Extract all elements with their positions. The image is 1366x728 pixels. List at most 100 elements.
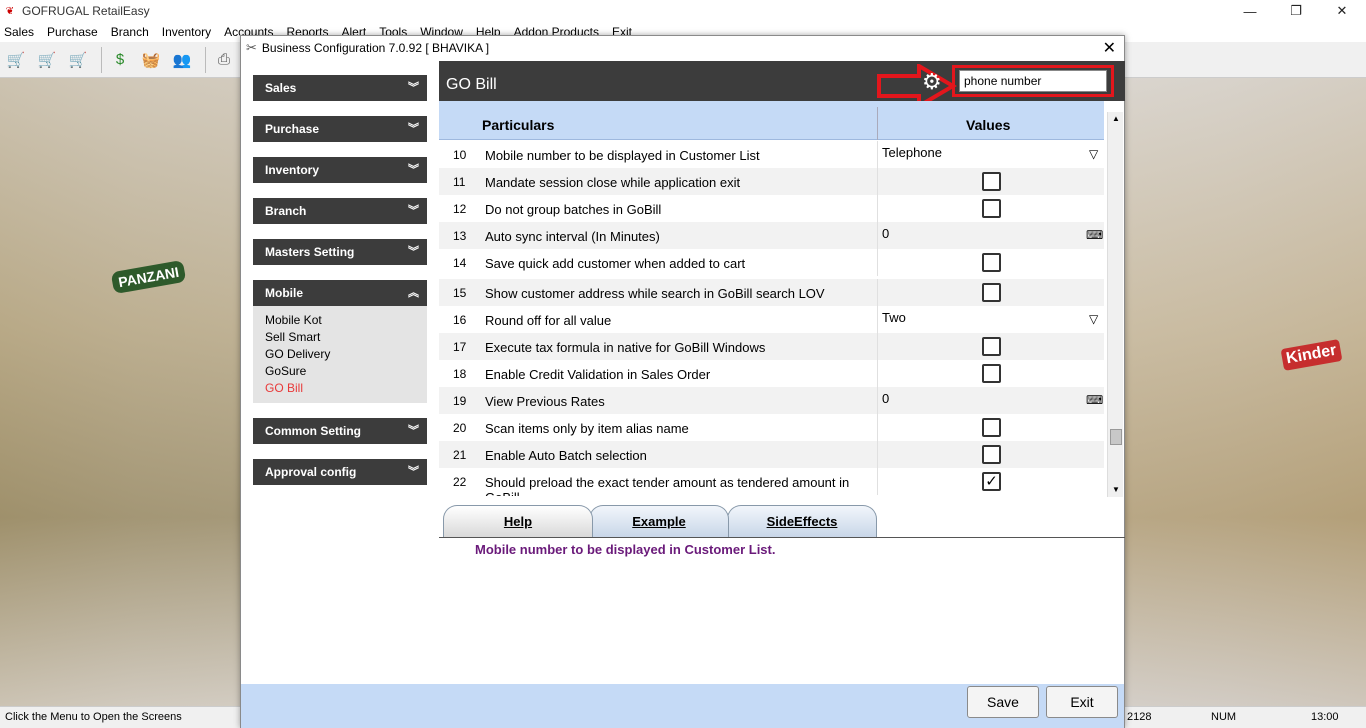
table-row[interactable]: 14 Save quick add customer when added to … bbox=[439, 249, 1104, 276]
setting-dropdown-value[interactable]: Two bbox=[882, 310, 906, 325]
menu-inventory[interactable]: Inventory bbox=[162, 25, 211, 39]
keyboard-icon[interactable]: ⌨ bbox=[1086, 228, 1103, 242]
column-divider bbox=[877, 468, 878, 495]
column-divider bbox=[877, 168, 878, 195]
sidebar-section-purchase[interactable]: Purchase ︾ bbox=[253, 116, 427, 142]
menu-branch[interactable]: Branch bbox=[111, 25, 149, 39]
cart-add-icon[interactable]: 🛒 bbox=[34, 47, 60, 73]
sidebar-section-mobile[interactable]: Mobile ︽ bbox=[253, 280, 427, 306]
scroll-up-icon[interactable]: ▲ bbox=[1108, 112, 1124, 126]
table-row[interactable]: 18 Enable Credit Validation in Sales Orde… bbox=[439, 360, 1104, 387]
chevron-down-icon: ︾ bbox=[408, 82, 419, 94]
sidebar-item-mobile-kot[interactable]: Mobile Kot bbox=[265, 312, 415, 329]
close-app-button[interactable]: ✕ bbox=[1319, 0, 1365, 22]
app-title: GOFRUGAL RetailEasy bbox=[22, 4, 150, 18]
sidebar-section-sales[interactable]: Sales ︾ bbox=[253, 75, 427, 101]
table-row[interactable]: 13 Auto sync interval (In Minutes) 0 ⌨ bbox=[439, 222, 1104, 249]
basket-icon[interactable]: 🧺 bbox=[138, 47, 164, 73]
restore-button[interactable]: ❐ bbox=[1273, 0, 1319, 22]
help-description: Mobile number to be displayed in Custome… bbox=[475, 542, 776, 557]
bottom-tabs: SideEffects Example Help bbox=[439, 500, 1125, 538]
setting-checkbox[interactable] bbox=[982, 283, 1001, 302]
tab-example[interactable]: Example bbox=[589, 505, 729, 537]
column-divider bbox=[877, 333, 878, 360]
save-button[interactable]: Save bbox=[967, 686, 1039, 718]
cart-add-icon[interactable]: 🛒 bbox=[3, 47, 29, 73]
background-shelf-right bbox=[1124, 78, 1366, 706]
sidebar-section-label: Inventory bbox=[265, 163, 320, 177]
business-configuration-dialog: ✂ Business Configuration 7.0.92 [ BHAVIK… bbox=[240, 35, 1125, 728]
setting-checkbox[interactable] bbox=[982, 337, 1001, 356]
sidebar-section-label: Common Setting bbox=[265, 424, 361, 438]
setting-number-value[interactable]: 0 bbox=[882, 226, 889, 241]
sidebar-item-sell-smart[interactable]: Sell Smart bbox=[265, 329, 415, 346]
setting-checkbox[interactable] bbox=[982, 364, 1001, 383]
table-row[interactable]: 16 Round off for all value Two ▽ bbox=[439, 306, 1104, 333]
table-row[interactable]: 19 View Previous Rates 0 ⌨ bbox=[439, 387, 1104, 414]
scroll-down-icon[interactable]: ▼ bbox=[1108, 483, 1124, 497]
row-number: 10 bbox=[453, 148, 467, 162]
sidebar-section-approval-config[interactable]: Approval config ︾ bbox=[253, 459, 427, 485]
table-row[interactable]: 11 Mandate session close while applicatio… bbox=[439, 168, 1104, 195]
app-titlebar: ❦ GOFRUGAL RetailEasy — ❐ ✕ bbox=[0, 0, 1366, 22]
sidebar-section-inventory[interactable]: Inventory ︾ bbox=[253, 157, 427, 183]
setting-checkbox[interactable] bbox=[982, 199, 1001, 218]
sidebar-section-branch[interactable]: Branch ︾ bbox=[253, 198, 427, 224]
setting-checkbox[interactable] bbox=[982, 253, 1001, 272]
row-label: Round off for all value bbox=[485, 313, 612, 328]
users-icon[interactable]: 👥 bbox=[169, 47, 195, 73]
chevron-up-icon: ︽ bbox=[408, 287, 419, 299]
setting-dropdown-value[interactable]: Telephone bbox=[882, 145, 942, 160]
tab-help[interactable]: Help bbox=[443, 505, 593, 537]
toolbar-separator bbox=[101, 46, 102, 73]
menu-sales[interactable]: Sales bbox=[4, 25, 34, 39]
row-label: Execute tax formula in native for GoBill… bbox=[485, 340, 766, 355]
search-input[interactable] bbox=[959, 70, 1107, 92]
scrollbar-thumb[interactable] bbox=[1110, 429, 1122, 445]
page-title: GO Bill bbox=[446, 76, 497, 93]
table-row[interactable]: 17 Execute tax formula in native for GoBi… bbox=[439, 333, 1104, 360]
setting-checkbox[interactable]: ✓ bbox=[982, 472, 1001, 491]
setting-number-value[interactable]: 0 bbox=[882, 391, 889, 406]
dropdown-arrow-icon[interactable]: ▽ bbox=[1089, 147, 1098, 161]
cart-add-icon[interactable]: 🛒 bbox=[65, 47, 91, 73]
vertical-scrollbar[interactable]: ▲ ▼ bbox=[1107, 112, 1123, 497]
table-row[interactable]: 10 Mobile number to be displayed in Custo… bbox=[439, 141, 1104, 168]
tab-sideeffects[interactable]: SideEffects bbox=[727, 505, 877, 537]
sidebar-section-common-setting[interactable]: Common Setting ︾ bbox=[253, 418, 427, 444]
sidebar-item-gosure[interactable]: GoSure bbox=[265, 363, 415, 380]
setting-checkbox[interactable] bbox=[982, 445, 1001, 464]
exit-button[interactable]: Exit bbox=[1046, 686, 1118, 718]
table-row[interactable]: 20 Scan items only by item alias name bbox=[439, 414, 1104, 441]
table-row[interactable]: 22 Should preload the exact tender amount… bbox=[439, 468, 1104, 496]
table-row[interactable]: 15 Show customer address while search in … bbox=[439, 279, 1104, 306]
setting-checkbox[interactable] bbox=[982, 418, 1001, 437]
gear-icon[interactable]: ⚙ bbox=[922, 69, 942, 95]
tab-label: Example bbox=[632, 514, 686, 529]
chevron-down-icon: ︾ bbox=[408, 246, 419, 258]
minimize-button[interactable]: — bbox=[1227, 0, 1273, 22]
sidebar-item-go-delivery[interactable]: GO Delivery bbox=[265, 346, 415, 363]
dropdown-arrow-icon[interactable]: ▽ bbox=[1089, 312, 1098, 326]
dialog-titlebar: ✂ Business Configuration 7.0.92 [ BHAVIK… bbox=[241, 36, 1124, 60]
table-row[interactable]: 21 Enable Auto Batch selection bbox=[439, 441, 1104, 468]
setting-checkbox[interactable] bbox=[982, 172, 1001, 191]
table-row[interactable]: 12 Do not group batches in GoBill bbox=[439, 195, 1104, 222]
sidebar-item-go-bill[interactable]: GO Bill bbox=[265, 380, 415, 397]
row-label: Do not group batches in GoBill bbox=[485, 202, 662, 217]
column-divider bbox=[877, 441, 878, 468]
status-num-lock: NUM bbox=[1211, 711, 1237, 723]
sidebar-section-masters-setting[interactable]: Masters Setting ︾ bbox=[253, 239, 427, 265]
menu-purchase[interactable]: Purchase bbox=[47, 25, 98, 39]
row-number: 20 bbox=[453, 421, 467, 435]
sidebar-section-label: Sales bbox=[265, 81, 297, 95]
row-label: Auto sync interval (In Minutes) bbox=[485, 229, 660, 244]
close-icon[interactable]: ✕ bbox=[1103, 38, 1116, 58]
grid-header: Particulars Values bbox=[439, 101, 1104, 140]
status-message: Click the Menu to Open the Screens bbox=[5, 711, 182, 723]
background-shelf-left bbox=[0, 78, 240, 706]
money-icon[interactable]: $ bbox=[107, 47, 133, 73]
keyboard-icon[interactable]: ⌨ bbox=[1086, 393, 1103, 407]
sidebar-section-label: Approval config bbox=[265, 465, 357, 479]
printer-icon[interactable]: ⎙ bbox=[211, 47, 237, 73]
